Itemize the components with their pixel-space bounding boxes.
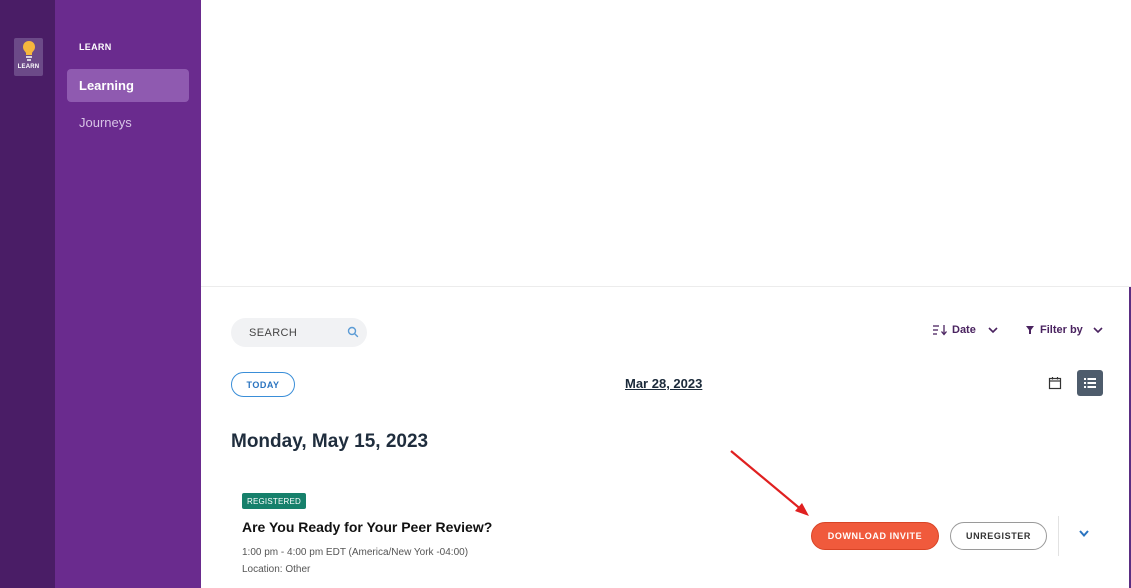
- sort-icon: [933, 325, 947, 336]
- filter-icon: [1026, 326, 1034, 334]
- divider: [1058, 516, 1059, 556]
- nav-section-heading: LEARN: [79, 42, 112, 52]
- annotation-arrow-icon: [730, 450, 809, 516]
- list-view-icon: [1084, 378, 1096, 388]
- learn-app-button[interactable]: LEARN: [14, 38, 43, 76]
- unregister-button[interactable]: UNREGISTER: [950, 522, 1047, 550]
- registered-badge: REGISTERED: [242, 493, 307, 509]
- chevron-down-icon[interactable]: [1076, 528, 1092, 540]
- event-time: 1:00 pm - 4:00 pm EDT (America/New York …: [242, 547, 469, 558]
- search-input[interactable]: [249, 326, 341, 339]
- event-location: Location: Other: [242, 564, 311, 575]
- search-box: [231, 318, 367, 347]
- sort-label: Date: [952, 324, 976, 336]
- list-view-button[interactable]: [1077, 370, 1103, 396]
- current-date-link[interactable]: Mar 28, 2023: [625, 376, 702, 391]
- sidebar-nav: LEARN Learning Journeys: [55, 0, 201, 588]
- learn-app-label: LEARN: [17, 64, 40, 70]
- download-invite-button[interactable]: DOWNLOAD INVITE: [811, 522, 939, 550]
- app-rail: LEARN: [0, 0, 55, 588]
- today-button[interactable]: TODAY: [231, 372, 295, 397]
- lightbulb-icon: [22, 41, 35, 61]
- chevron-down-icon: [1093, 327, 1103, 334]
- sidebar-item-learning[interactable]: Learning: [67, 69, 189, 102]
- filter-dropdown[interactable]: Filter by: [1024, 324, 1105, 336]
- day-heading: Monday, May 15, 2023: [231, 431, 429, 452]
- search-icon[interactable]: [347, 326, 359, 338]
- sidebar-item-journeys[interactable]: Journeys: [67, 106, 189, 139]
- sidebar-item-label: Journeys: [79, 115, 132, 130]
- filter-label: Filter by: [1040, 324, 1083, 336]
- event-title[interactable]: Are You Ready for Your Peer Review?: [242, 519, 492, 535]
- sort-dropdown[interactable]: Date: [932, 324, 1000, 336]
- main-content: Date Filter by TODAY Mar 28, 2023 Monday…: [201, 0, 1131, 588]
- banner-area: [201, 0, 1131, 287]
- sidebar-item-label: Learning: [79, 78, 134, 93]
- calendar-view-icon[interactable]: [1048, 376, 1062, 390]
- chevron-down-icon: [988, 327, 998, 334]
